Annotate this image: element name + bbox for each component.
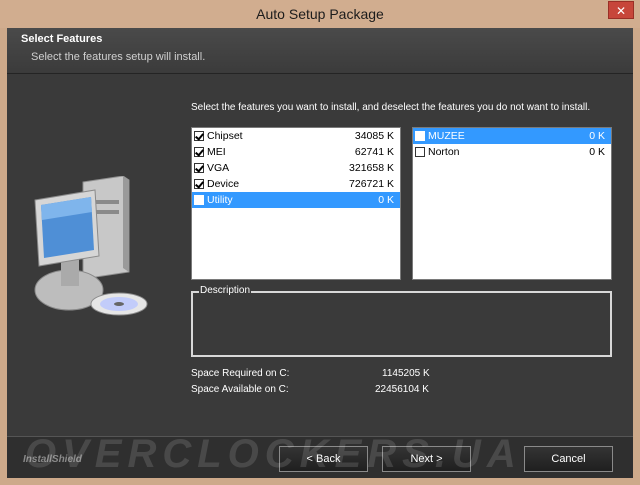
list-item[interactable]: VGA 321658 K — [192, 160, 400, 176]
page-subtitle: Select the features setup will install. — [31, 51, 206, 63]
feature-name: MEI — [207, 146, 226, 158]
instructions-text: Select the features you want to install,… — [191, 102, 591, 113]
description-label: Description — [199, 285, 252, 296]
checkbox[interactable] — [415, 131, 425, 141]
space-required-value: 1145205 K — [382, 368, 430, 379]
setup-window: Auto Setup Package ✕ Select Features Sel… — [0, 0, 640, 485]
feature-list-left[interactable]: Chipset 34085 K MEI 62741 K VGA 321658 K De… — [191, 127, 401, 280]
feature-size: 321658 K — [349, 162, 394, 174]
feature-size: 0 K — [589, 146, 605, 158]
feature-name: MUZEE — [428, 130, 465, 142]
close-button[interactable]: ✕ — [608, 1, 634, 19]
feature-name: Norton — [428, 146, 460, 158]
feature-name: Chipset — [207, 130, 243, 142]
list-item[interactable]: Utility 0 K — [192, 192, 400, 208]
close-icon: ✕ — [615, 4, 627, 18]
list-item[interactable]: Chipset 34085 K — [192, 128, 400, 144]
checkbox[interactable] — [194, 131, 204, 141]
space-available-value: 22456104 K — [375, 384, 429, 395]
checkbox[interactable] — [194, 179, 204, 189]
window-title: Auto Setup Package — [256, 6, 384, 22]
checkbox[interactable] — [194, 195, 204, 205]
space-required-label: Space Required on C: — [191, 368, 290, 379]
title-bar: Auto Setup Package ✕ — [0, 0, 640, 28]
feature-size: 62741 K — [354, 146, 394, 158]
feature-size: 726721 K — [349, 178, 394, 190]
checkbox[interactable] — [194, 163, 204, 173]
feature-name: Utility — [207, 194, 233, 206]
watermark: OVERCLOCKERS.UA — [25, 432, 522, 476]
feature-list-right[interactable]: MUZEE 0 K Norton 0 K — [412, 127, 612, 280]
description-group: Description — [191, 285, 612, 357]
list-item[interactable]: Norton 0 K — [413, 144, 611, 160]
feature-name: Device — [207, 178, 240, 190]
feature-size: 0 K — [589, 130, 605, 142]
checkbox[interactable] — [415, 147, 425, 157]
page-title: Select Features — [21, 33, 103, 45]
space-available-label: Space Available on C: — [191, 384, 289, 395]
list-item[interactable]: MEI 62741 K — [192, 144, 400, 160]
feature-size: 34085 K — [354, 130, 394, 142]
feature-size: 0 K — [378, 194, 394, 206]
list-item[interactable]: MUZEE 0 K — [413, 128, 611, 144]
feature-name: VGA — [207, 162, 230, 174]
list-item[interactable]: Device 726721 K — [192, 176, 400, 192]
cancel-button[interactable]: Cancel — [524, 446, 613, 472]
checkbox[interactable] — [194, 147, 204, 157]
dialog-client-area: Select Features Select the features setu… — [7, 28, 633, 478]
dialog-header: Select Features Select the features setu… — [7, 28, 633, 74]
computer-illustration-icon — [34, 176, 148, 316]
